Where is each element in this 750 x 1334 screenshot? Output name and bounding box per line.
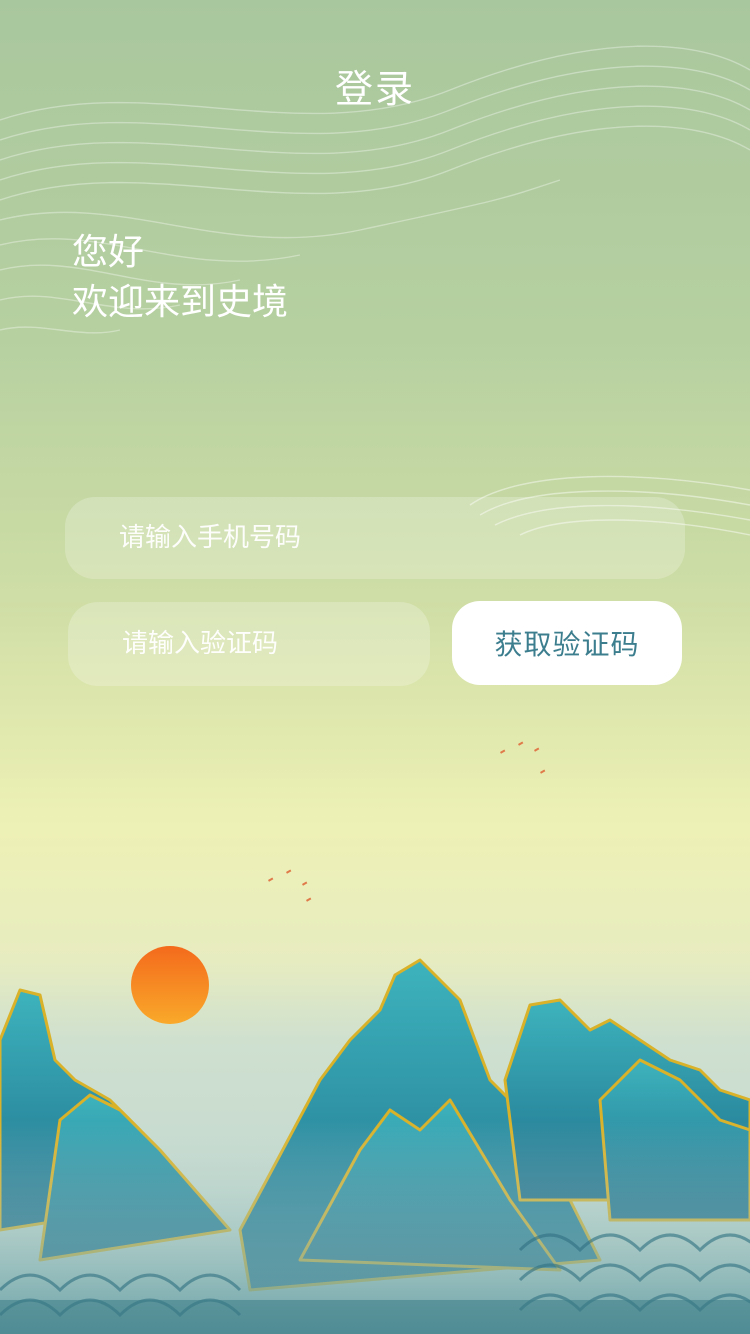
phone-field[interactable] bbox=[65, 497, 685, 579]
birds bbox=[268, 741, 546, 902]
phone-input[interactable] bbox=[65, 522, 685, 554]
greeting: 您好 欢迎来到史境 bbox=[72, 228, 288, 328]
greeting-line-welcome: 欢迎来到史境 bbox=[72, 282, 289, 323]
code-field[interactable] bbox=[68, 602, 430, 686]
sun bbox=[131, 946, 209, 1024]
page-title: 登录 bbox=[334, 67, 415, 111]
greeting-line-hello: 您好 bbox=[72, 232, 145, 273]
verification-code-input[interactable] bbox=[68, 628, 430, 660]
get-code-button[interactable]: 获取验证码 bbox=[452, 601, 682, 685]
